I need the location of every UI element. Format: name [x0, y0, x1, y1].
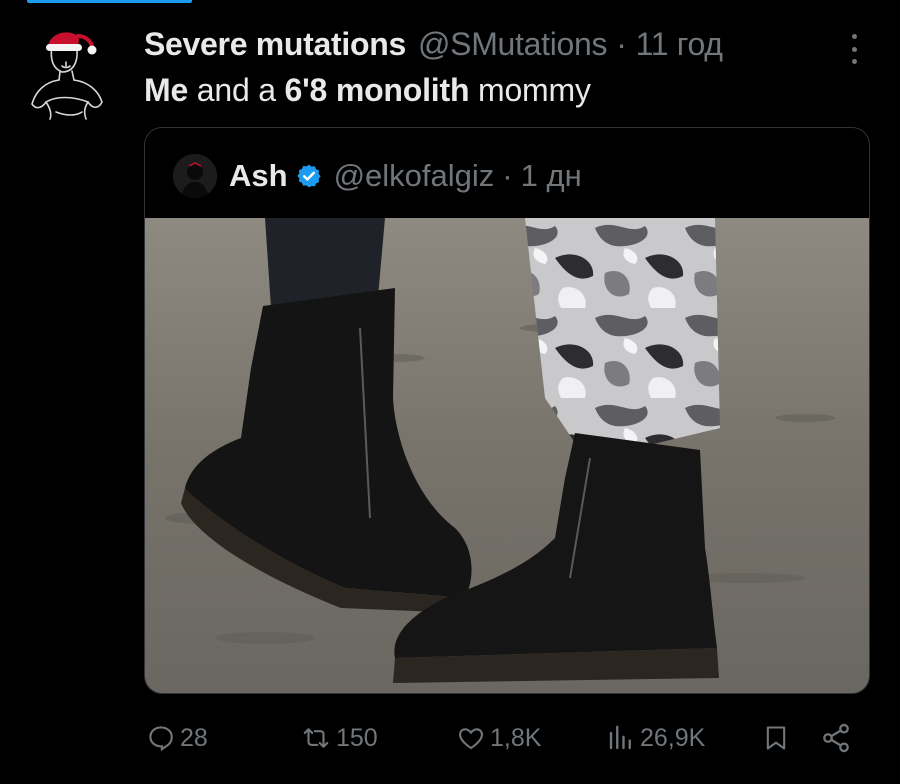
like-button[interactable]: 1,8K — [456, 718, 541, 758]
views-button[interactable]: 26,9K — [606, 718, 705, 758]
active-tab-indicator — [27, 0, 192, 3]
tweet-actions-bar: 28 150 1,8K 26,9K — [0, 718, 900, 758]
bookmark-button[interactable] — [762, 718, 794, 758]
quoted-separator-dot: · — [502, 158, 513, 193]
quoted-author-name[interactable]: Ash — [229, 158, 288, 194]
tweet-text: Me and a 6'8 monolith mommy — [144, 72, 591, 109]
reply-count: 28 — [180, 723, 208, 752]
quoted-tweet-photo[interactable] — [145, 218, 869, 693]
retweet-count: 150 — [336, 723, 378, 752]
tweet-text-part-1: Me — [144, 72, 189, 108]
views-count: 26,9K — [640, 723, 706, 752]
tweet-text-part-3: 6'8 monolith — [284, 72, 470, 108]
verified-badge-icon — [296, 164, 321, 188]
heart-icon — [459, 728, 483, 750]
tweet-timestamp[interactable]: 11 год — [636, 26, 723, 63]
avatar-sketch-icon — [31, 32, 103, 120]
quoted-tweet-header: Ash @elkofalgiz · 1 дн — [173, 154, 582, 198]
tweet-text-part-4: mommy — [469, 72, 591, 108]
reply-icon — [149, 726, 173, 752]
author-avatar[interactable] — [22, 24, 114, 120]
retweet-icon — [303, 728, 329, 748]
author-name[interactable]: Severe mutations — [144, 26, 406, 63]
separator-dot: · — [616, 25, 627, 62]
retweet-button[interactable]: 150 — [300, 718, 378, 758]
like-count: 1,8K — [490, 723, 542, 752]
quoted-tweet[interactable]: Ash @elkofalgiz · 1 дн — [144, 127, 870, 694]
tweet-header: Severe mutations @SMutations · 11 год — [144, 26, 723, 62]
share-icon — [823, 723, 849, 753]
quoted-author-avatar[interactable] — [173, 154, 217, 198]
author-handle[interactable]: @SMutations — [418, 26, 608, 63]
more-options-icon[interactable] — [840, 34, 868, 64]
avatar-silhouette-icon — [173, 154, 217, 198]
reply-button[interactable]: 28 — [146, 718, 208, 758]
quoted-author-handle[interactable]: @elkofalgiz — [334, 158, 495, 194]
views-chart-icon — [609, 725, 631, 750]
share-button[interactable] — [820, 718, 856, 758]
quoted-timestamp[interactable]: 1 дн — [521, 158, 582, 194]
tweet-text-part-2: and a — [188, 72, 285, 108]
bookmark-icon — [766, 726, 786, 750]
